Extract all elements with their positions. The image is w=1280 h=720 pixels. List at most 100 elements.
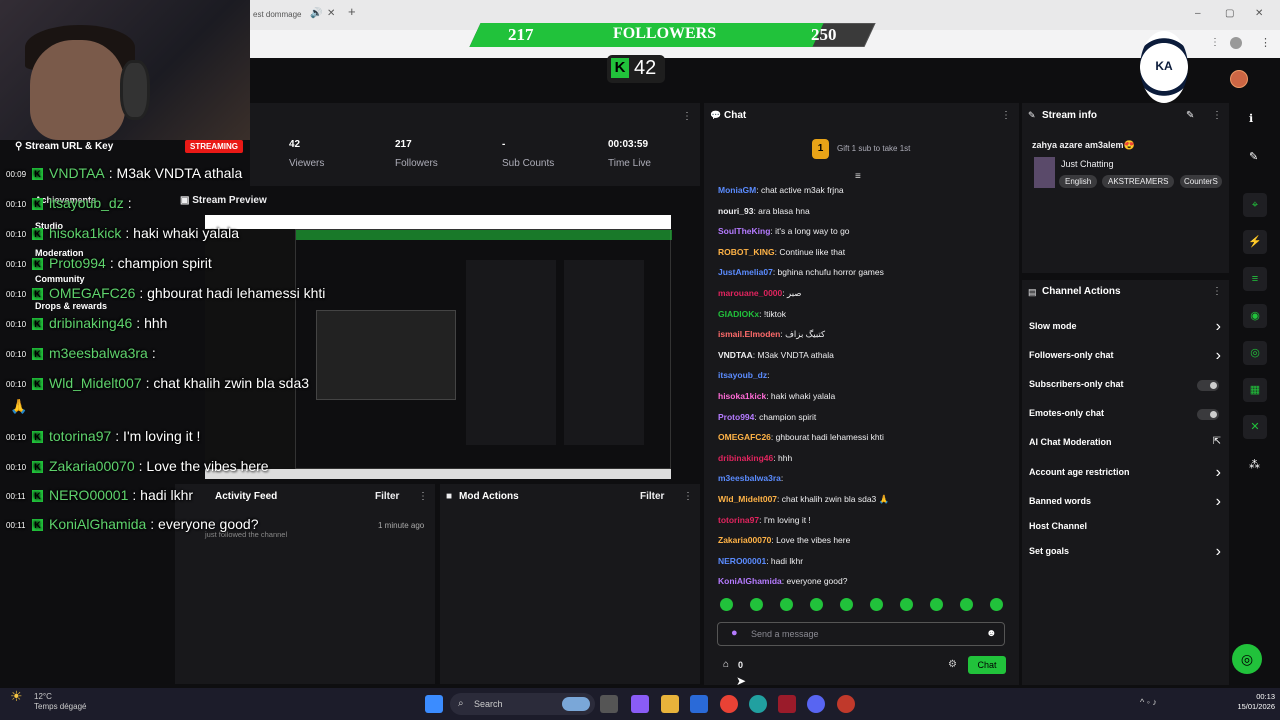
gift-text[interactable]: Gift 1 sub to take 1st xyxy=(837,144,910,153)
rail-bolt-icon[interactable]: ⚡ xyxy=(1243,230,1267,254)
rail-info-icon[interactable]: ℹ xyxy=(1249,112,1253,125)
toggle-switch[interactable] xyxy=(1197,380,1219,391)
chat-username[interactable]: hisoka1kick xyxy=(718,391,766,401)
rail-target-icon[interactable]: ⌖ xyxy=(1243,193,1267,217)
window-close-icon[interactable]: ✕ xyxy=(1255,7,1263,21)
obs-icon[interactable] xyxy=(837,695,855,713)
explorer-icon[interactable] xyxy=(661,695,679,713)
chat-username[interactable]: Proto994 xyxy=(718,412,754,422)
chat-settings-icon[interactable]: ⚙ xyxy=(948,659,957,670)
speaker-icon[interactable]: 🔊 xyxy=(310,7,322,21)
chat-username[interactable]: itsayoub_dz xyxy=(718,370,767,380)
channel-action-row[interactable]: Slow mode › xyxy=(1022,318,1229,336)
rail-layout-icon[interactable]: ▦ xyxy=(1243,378,1267,402)
emote-icon[interactable] xyxy=(930,598,943,611)
chat-username[interactable]: m3eesbalwa3ra xyxy=(718,473,781,483)
external-link-icon[interactable]: ⇱ xyxy=(1213,436,1221,447)
emote-icon[interactable] xyxy=(900,598,913,611)
chevron-right-icon[interactable]: › xyxy=(1216,493,1221,511)
minimize-icon[interactable]: – xyxy=(1195,7,1201,21)
more-icon[interactable]: ⋮ xyxy=(1260,36,1271,49)
channel-action-row[interactable]: Host Channel xyxy=(1022,520,1229,536)
stream-info-menu-icon[interactable]: ⋮ xyxy=(1212,110,1222,121)
rail-wrench-icon[interactable]: ✕ xyxy=(1243,415,1267,439)
chat-username[interactable]: ROBOT_KING xyxy=(718,247,775,257)
channel-action-row[interactable]: Followers-only chat › xyxy=(1022,347,1229,365)
maximize-icon[interactable]: ▢ xyxy=(1225,7,1234,21)
taskbar-clock[interactable]: 00:13 15/01/2026 xyxy=(1215,692,1275,712)
chat-username[interactable]: KoniAlGhamida xyxy=(718,576,782,586)
emote-icon[interactable] xyxy=(810,598,823,611)
emote-icon[interactable] xyxy=(840,598,853,611)
points-icon[interactable]: ⌂ xyxy=(723,659,729,670)
channel-action-row[interactable]: Account age restriction › xyxy=(1022,464,1229,482)
chevron-right-icon[interactable]: › xyxy=(1216,464,1221,482)
chat-username[interactable]: GIADIOKx xyxy=(718,309,759,319)
chat-username[interactable]: Zakaria00070 xyxy=(718,535,771,545)
chat-username[interactable]: marouane_0000 xyxy=(718,288,782,298)
chat-username[interactable]: NERO00001 xyxy=(718,556,766,566)
chat-username[interactable]: ismail.Elmoden xyxy=(718,329,780,339)
emote-icon[interactable] xyxy=(720,598,733,611)
chat-send-button[interactable]: Chat xyxy=(968,656,1006,674)
rail-nodes-icon[interactable]: ⁂ xyxy=(1249,458,1260,471)
start-icon[interactable] xyxy=(425,695,443,713)
chat-username[interactable]: MoniaGM xyxy=(718,185,756,195)
new-tab-icon[interactable]: + xyxy=(348,5,356,19)
task-view-icon[interactable] xyxy=(600,695,618,713)
emote-icon[interactable] xyxy=(990,598,1003,611)
emote-icon[interactable] xyxy=(960,598,973,611)
mod-menu-icon[interactable]: ⋮ xyxy=(683,491,693,502)
chat-menu-icon[interactable]: ⋮ xyxy=(1001,110,1011,121)
rail-broadcast-icon[interactable]: ◎ xyxy=(1243,341,1267,365)
tag-akstreamers[interactable]: AKSTREAMERS xyxy=(1102,175,1175,188)
edit-icon[interactable]: ✎ xyxy=(1186,110,1194,121)
discord-icon[interactable] xyxy=(807,695,825,713)
channel-actions-menu-icon[interactable]: ⋮ xyxy=(1212,286,1222,297)
collapse-icon[interactable]: ≡ xyxy=(855,171,861,182)
chat-username[interactable]: OMEGAFC26 xyxy=(718,432,771,442)
rail-pen-icon[interactable]: ✎ xyxy=(1249,150,1258,163)
emote-icon[interactable] xyxy=(750,598,763,611)
edge-icon[interactable] xyxy=(749,695,767,713)
chat-username[interactable]: dribinaking46 xyxy=(718,453,773,463)
chevron-right-icon[interactable]: › xyxy=(1216,318,1221,336)
chat-username[interactable]: nouri_93 xyxy=(718,206,753,216)
tag-counters[interactable]: CounterS xyxy=(1180,175,1222,188)
emote-icon[interactable] xyxy=(780,598,793,611)
channel-action-row[interactable]: Set goals › xyxy=(1022,543,1229,561)
channel-action-row[interactable]: Subscribers-only chat xyxy=(1022,378,1229,394)
weather-widget[interactable]: 12°C Temps dégagé ☀ xyxy=(8,689,86,712)
channel-action-row[interactable]: Banned words › xyxy=(1022,493,1229,511)
menu-icon[interactable]: ⋮ xyxy=(1210,37,1220,48)
chat-username[interactable]: totorina97 xyxy=(718,515,759,525)
gift-badge[interactable]: 1 xyxy=(812,139,829,159)
taskbar-search[interactable]: ⌕ Search xyxy=(450,693,595,715)
emote-icon[interactable] xyxy=(870,598,883,611)
chrome-icon[interactable] xyxy=(720,695,738,713)
stats-menu-icon[interactable]: ⋮ xyxy=(682,111,692,122)
message-input[interactable]: ● Send a message ☻ xyxy=(717,622,1005,646)
toggle-switch[interactable] xyxy=(1197,409,1219,420)
copilot-icon[interactable] xyxy=(631,695,649,713)
app-icon[interactable] xyxy=(778,695,796,713)
profile-icon[interactable] xyxy=(1230,37,1242,49)
nav-stream-url[interactable]: ⚲ Stream URL & Key xyxy=(15,140,113,154)
chat-username[interactable]: Wld_Midelt007 xyxy=(718,494,777,504)
emoji-icon[interactable]: ☻ xyxy=(986,628,997,639)
channel-action-row[interactable]: Emotes-only chat xyxy=(1022,407,1229,423)
mic-icon[interactable]: ● xyxy=(731,627,738,639)
user-avatar[interactable] xyxy=(1230,70,1248,88)
rail-chat-icon[interactable]: ◉ xyxy=(1243,304,1267,328)
chat-username[interactable]: SoulTheKing xyxy=(718,226,770,236)
chat-username[interactable]: VNDTAA xyxy=(718,350,753,360)
tray-icons[interactable]: ^ ◦ ♪ xyxy=(1140,697,1157,707)
tag-english[interactable]: English xyxy=(1059,175,1098,188)
chevron-right-icon[interactable]: › xyxy=(1216,543,1221,561)
help-headset-button[interactable]: ◎ xyxy=(1232,644,1262,674)
tab-close-icon[interactable]: ✕ xyxy=(327,7,335,21)
activity-menu-icon[interactable]: ⋮ xyxy=(418,491,428,502)
chat-username[interactable]: JustAmelia07 xyxy=(718,267,773,277)
chevron-right-icon[interactable]: › xyxy=(1216,347,1221,365)
mod-filter-button[interactable]: Filter xyxy=(640,491,664,502)
